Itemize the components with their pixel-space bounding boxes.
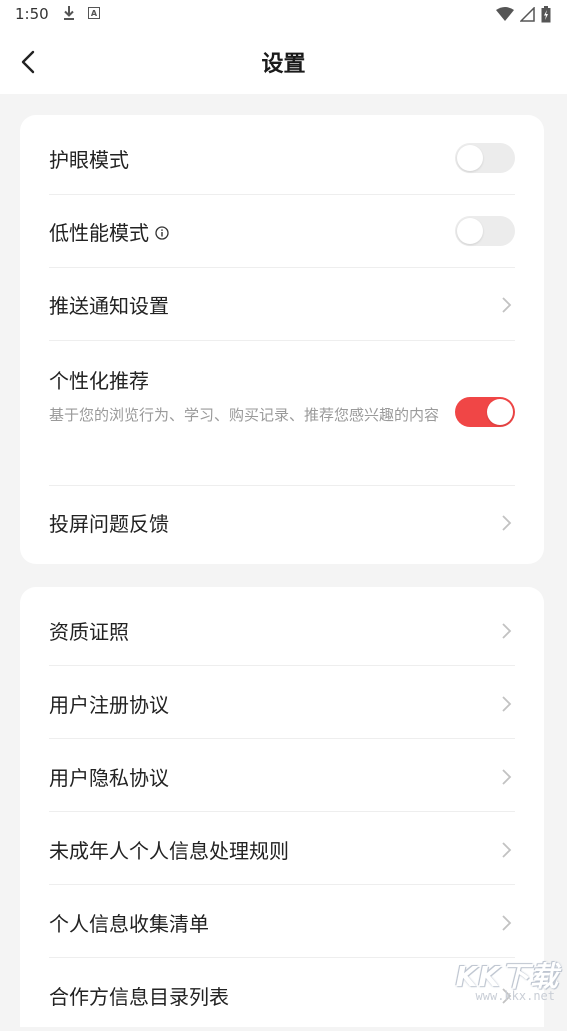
row-qualification[interactable]: 资质证照: [49, 593, 515, 666]
status-right-icons: [496, 5, 551, 23]
row-low-performance[interactable]: 低性能模式: [49, 195, 515, 268]
row-label: 合作方信息目录列表: [49, 985, 229, 1009]
row-label: 个人信息收集清单: [49, 912, 209, 936]
row-eye-mode[interactable]: 护眼模式: [49, 121, 515, 195]
low-performance-toggle[interactable]: [455, 216, 515, 246]
chevron-right-icon: [502, 515, 512, 531]
chevron-right-icon: [502, 915, 512, 931]
chevron-right-icon: [502, 297, 512, 313]
row-label: 投屏问题反馈: [49, 512, 169, 536]
row-label: 推送通知设置: [49, 294, 169, 318]
status-bar: 1:50 A: [0, 0, 567, 28]
toggle-knob: [457, 145, 483, 171]
download-icon: [64, 6, 74, 20]
row-label: 低性能模式: [49, 217, 169, 246]
row-label: 资质证照: [49, 620, 129, 644]
signal-icon: [520, 6, 535, 22]
page-title: 设置: [261, 52, 306, 77]
row-label: 未成年人个人信息处理规则: [49, 839, 289, 863]
watermark-url: www.kkx.net: [475, 989, 555, 1003]
row-info-collection-list[interactable]: 个人信息收集清单: [49, 885, 515, 958]
row-minor-info-rules[interactable]: 未成年人个人信息处理规则: [49, 812, 515, 885]
row-label-text: 低性能模式: [49, 221, 149, 245]
personalized-recommend-toggle[interactable]: [455, 397, 515, 427]
status-time: 1:50: [15, 5, 49, 23]
title-bar: 设置: [0, 28, 567, 94]
row-partner-info-list[interactable]: 合作方信息目录列表: [49, 958, 515, 1031]
settings-card-general: 护眼模式 低性能模式 推送通知设置 个性化推荐 基于您的浏览行为、学习、购买记录…: [20, 115, 544, 564]
info-icon[interactable]: [155, 226, 169, 240]
watermark: KK下载 www.kkx.net: [449, 955, 559, 1007]
wifi-icon: [496, 6, 514, 21]
row-user-agreement[interactable]: 用户注册协议: [49, 666, 515, 739]
chevron-right-icon: [502, 769, 512, 785]
chevron-right-icon: [502, 842, 512, 858]
row-label: 个性化推荐: [49, 369, 149, 393]
chevron-right-icon: [502, 623, 512, 639]
toggle-knob: [487, 399, 513, 425]
eye-mode-toggle[interactable]: [455, 143, 515, 173]
row-label: 用户隐私协议: [49, 766, 169, 790]
row-personalized-recommend[interactable]: 个性化推荐 基于您的浏览行为、学习、购买记录、推荐您感兴趣的内容: [49, 341, 515, 486]
toggle-knob: [457, 218, 483, 244]
row-cast-feedback[interactable]: 投屏问题反馈: [49, 486, 515, 560]
row-push-settings[interactable]: 推送通知设置: [49, 268, 515, 341]
row-description: 基于您的浏览行为、学习、购买记录、推荐您感兴趣的内容: [49, 406, 440, 424]
row-label: 护眼模式: [49, 148, 129, 172]
battery-icon: [541, 5, 551, 22]
a-badge-icon: A: [88, 7, 100, 19]
chevron-right-icon: [502, 696, 512, 712]
row-privacy-agreement[interactable]: 用户隐私协议: [49, 739, 515, 812]
row-label: 用户注册协议: [49, 693, 169, 717]
